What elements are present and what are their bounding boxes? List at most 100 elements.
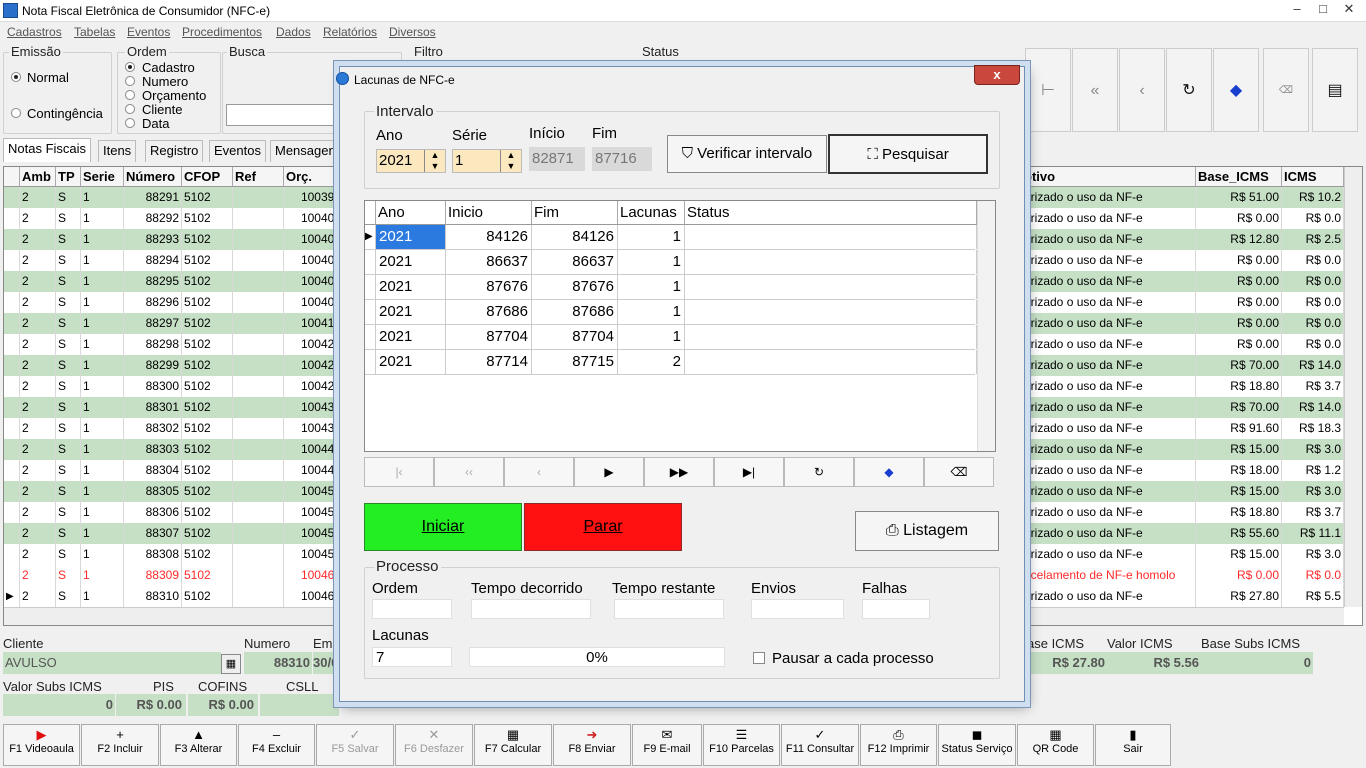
tab-registro[interactable]: Registro (145, 140, 204, 162)
serie-spinner[interactable]: ▲ ▼ (500, 150, 521, 172)
col-amb[interactable]: Amb (20, 167, 56, 187)
verificar-intervalo-button[interactable]: ⛉ Verificar intervalo (667, 135, 827, 173)
col-lacunas[interactable]: Lacunas (618, 201, 685, 225)
fkey-enviar-button[interactable]: ➜ F8 Enviar (553, 724, 631, 766)
tab-eventos[interactable]: Eventos (209, 140, 266, 162)
calc-icon[interactable]: ▤ (1312, 48, 1358, 132)
refresh-icon[interactable]: ↻ (784, 457, 854, 487)
close-button[interactable]: ✕ (1336, 1, 1362, 19)
menu-eventos[interactable]: Eventos (127, 25, 170, 39)
tab-itens[interactable]: Itens (98, 140, 137, 162)
lacunas-row[interactable]: 2021 86637 86637 1 (365, 250, 977, 275)
goto-icon[interactable]: ⌫ (924, 457, 994, 487)
pausar-checkbox[interactable] (753, 652, 765, 664)
last-icon[interactable]: ▶| (714, 457, 784, 487)
fkey-parcelas-button[interactable]: ☰ F10 Parcelas (703, 724, 780, 766)
tab-mensagem[interactable]: Mensagen (270, 140, 341, 162)
restore-button[interactable]: □ (1310, 1, 1336, 19)
radio-cliente[interactable] (125, 104, 135, 114)
ano-spinner[interactable]: ▲ ▼ (424, 150, 445, 172)
fkey-consultar-button[interactable]: ✓ F11 Consultar (781, 724, 859, 766)
col-tp[interactable]: TP (56, 167, 81, 187)
grid-vscroll[interactable] (1344, 167, 1362, 607)
dialog-close-button[interactable]: x (974, 65, 1020, 85)
first-icon[interactable]: |‹ (364, 457, 434, 487)
radio-cadastro[interactable] (125, 62, 135, 72)
col-status[interactable]: Status (685, 201, 977, 225)
col-motivo[interactable]: otivo (1022, 167, 1196, 187)
valor-subs-field[interactable]: 0 (3, 694, 115, 716)
col-orc[interactable]: Orç. (284, 167, 344, 187)
calendar-icon[interactable]: ▦ (221, 654, 241, 674)
col-cfop[interactable]: CFOP (182, 167, 233, 187)
bookmark-icon[interactable]: ◆ (1213, 48, 1259, 132)
menu-relatorios[interactable]: Relatórios (323, 25, 377, 39)
menu-diversos[interactable]: Diversos (389, 25, 436, 39)
fkey-sair-button[interactable]: ▮ Sair (1095, 724, 1171, 766)
fkey-status-servico-button[interactable]: ◼ Status Serviço (938, 724, 1016, 766)
fkey-imprimir-button[interactable]: ⎙ F12 Imprimir (860, 724, 937, 766)
fkey-email-button[interactable]: ✉ F9 E-mail (632, 724, 702, 766)
menu-cadastros[interactable]: Cadastros (7, 25, 62, 39)
busca-input[interactable] (226, 104, 340, 126)
radio-data[interactable] (125, 118, 135, 128)
refresh-icon[interactable]: ↻ (1166, 48, 1212, 132)
lacunas-vscroll[interactable] (977, 201, 995, 451)
pesquisar-button[interactable]: ⛶ Pesquisar (828, 134, 988, 174)
base-icms-field[interactable]: R$ 27.80 (1027, 652, 1107, 674)
bookmark-icon[interactable]: ◆ (854, 457, 924, 487)
tab-notas-fiscais[interactable]: Notas Fiscais (3, 138, 92, 162)
listagem-button[interactable]: ⎙ Listagem (855, 511, 999, 551)
lacunas-row[interactable]: 2021 87714 87715 2 (365, 350, 977, 375)
fkey-desfazer-button[interactable]: ✕ F6 Desfazer (395, 724, 473, 766)
rewind-icon[interactable]: « (1072, 48, 1118, 132)
cofins-field[interactable]: R$ 0.00 (188, 694, 258, 716)
col-numero[interactable]: Número (124, 167, 182, 187)
radio-normal[interactable] (11, 72, 21, 82)
goto-icon[interactable]: ⌫ (1263, 48, 1309, 132)
minimize-button[interactable]: – (1284, 1, 1310, 19)
fkey-incluir-button[interactable]: + F2 Incluir (81, 724, 159, 766)
iniciar-button[interactable]: Iniciar (364, 503, 522, 551)
lacunas-row[interactable]: ▶ 2021 84126 84126 1 (365, 225, 977, 250)
col-base-icms[interactable]: Base_ICMS (1196, 167, 1282, 187)
cliente-field[interactable]: AVULSO (3, 652, 221, 674)
base-subs-field[interactable]: 0 (1201, 652, 1313, 674)
emissao-field[interactable]: 30/0 (313, 652, 339, 674)
fim-input[interactable]: 87716 (592, 147, 652, 171)
prev-icon[interactable]: ‹ (504, 457, 574, 487)
fkey-salvar-button[interactable]: ✓ F5 Salvar (316, 724, 394, 766)
parar-button[interactable]: Parar (524, 503, 682, 551)
radio-contingencia[interactable] (11, 108, 21, 118)
fkey-qr-code-button[interactable]: ▦ QR Code (1017, 724, 1094, 766)
radio-numero[interactable] (125, 76, 135, 86)
next-icon[interactable]: ▶ (574, 457, 644, 487)
fkey-videoaula-button[interactable]: ▶ F1 Videoaula (3, 724, 80, 766)
fkey-alterar-button[interactable]: ▲ F3 Alterar (160, 724, 237, 766)
menu-tabelas[interactable]: Tabelas (74, 25, 115, 39)
fkey-calcular-button[interactable]: ▦ F7 Calcular (474, 724, 552, 766)
col-ano[interactable]: Ano (376, 201, 446, 225)
csll-field[interactable] (260, 694, 339, 716)
col-inicio[interactable]: Inicio (446, 201, 532, 225)
first-icon[interactable]: ⊢ (1025, 48, 1071, 132)
rewind-icon[interactable]: ‹‹ (434, 457, 504, 487)
col-serie[interactable]: Serie (81, 167, 124, 187)
fast-forward-icon[interactable]: ▶▶ (644, 457, 714, 487)
col-icms[interactable]: ICMS (1282, 167, 1344, 187)
fkey-excluir-button[interactable]: – F4 Excluir (238, 724, 315, 766)
pis-field[interactable]: R$ 0.00 (116, 694, 186, 716)
prev-icon[interactable]: ‹ (1119, 48, 1165, 132)
lacunas-grid[interactable]: Ano Inicio Fim Lacunas Status ▶ 2021 84126… (364, 200, 996, 452)
valor-icms-field[interactable]: R$ 5.56 (1107, 652, 1201, 674)
lacunas-row[interactable]: 2021 87704 87704 1 (365, 325, 977, 350)
menu-procedimentos[interactable]: Procedimentos (182, 25, 262, 39)
col-ref[interactable]: Ref (233, 167, 284, 187)
menu-dados[interactable]: Dados (276, 25, 311, 39)
radio-orcamento[interactable] (125, 90, 135, 100)
lacunas-row[interactable]: 2021 87686 87686 1 (365, 300, 977, 325)
numero-field[interactable]: 88310 (244, 652, 312, 674)
inicio-input[interactable]: 82871 (529, 147, 585, 171)
col-fim[interactable]: Fim (532, 201, 618, 225)
lacunas-row[interactable]: 2021 87676 87676 1 (365, 275, 977, 300)
